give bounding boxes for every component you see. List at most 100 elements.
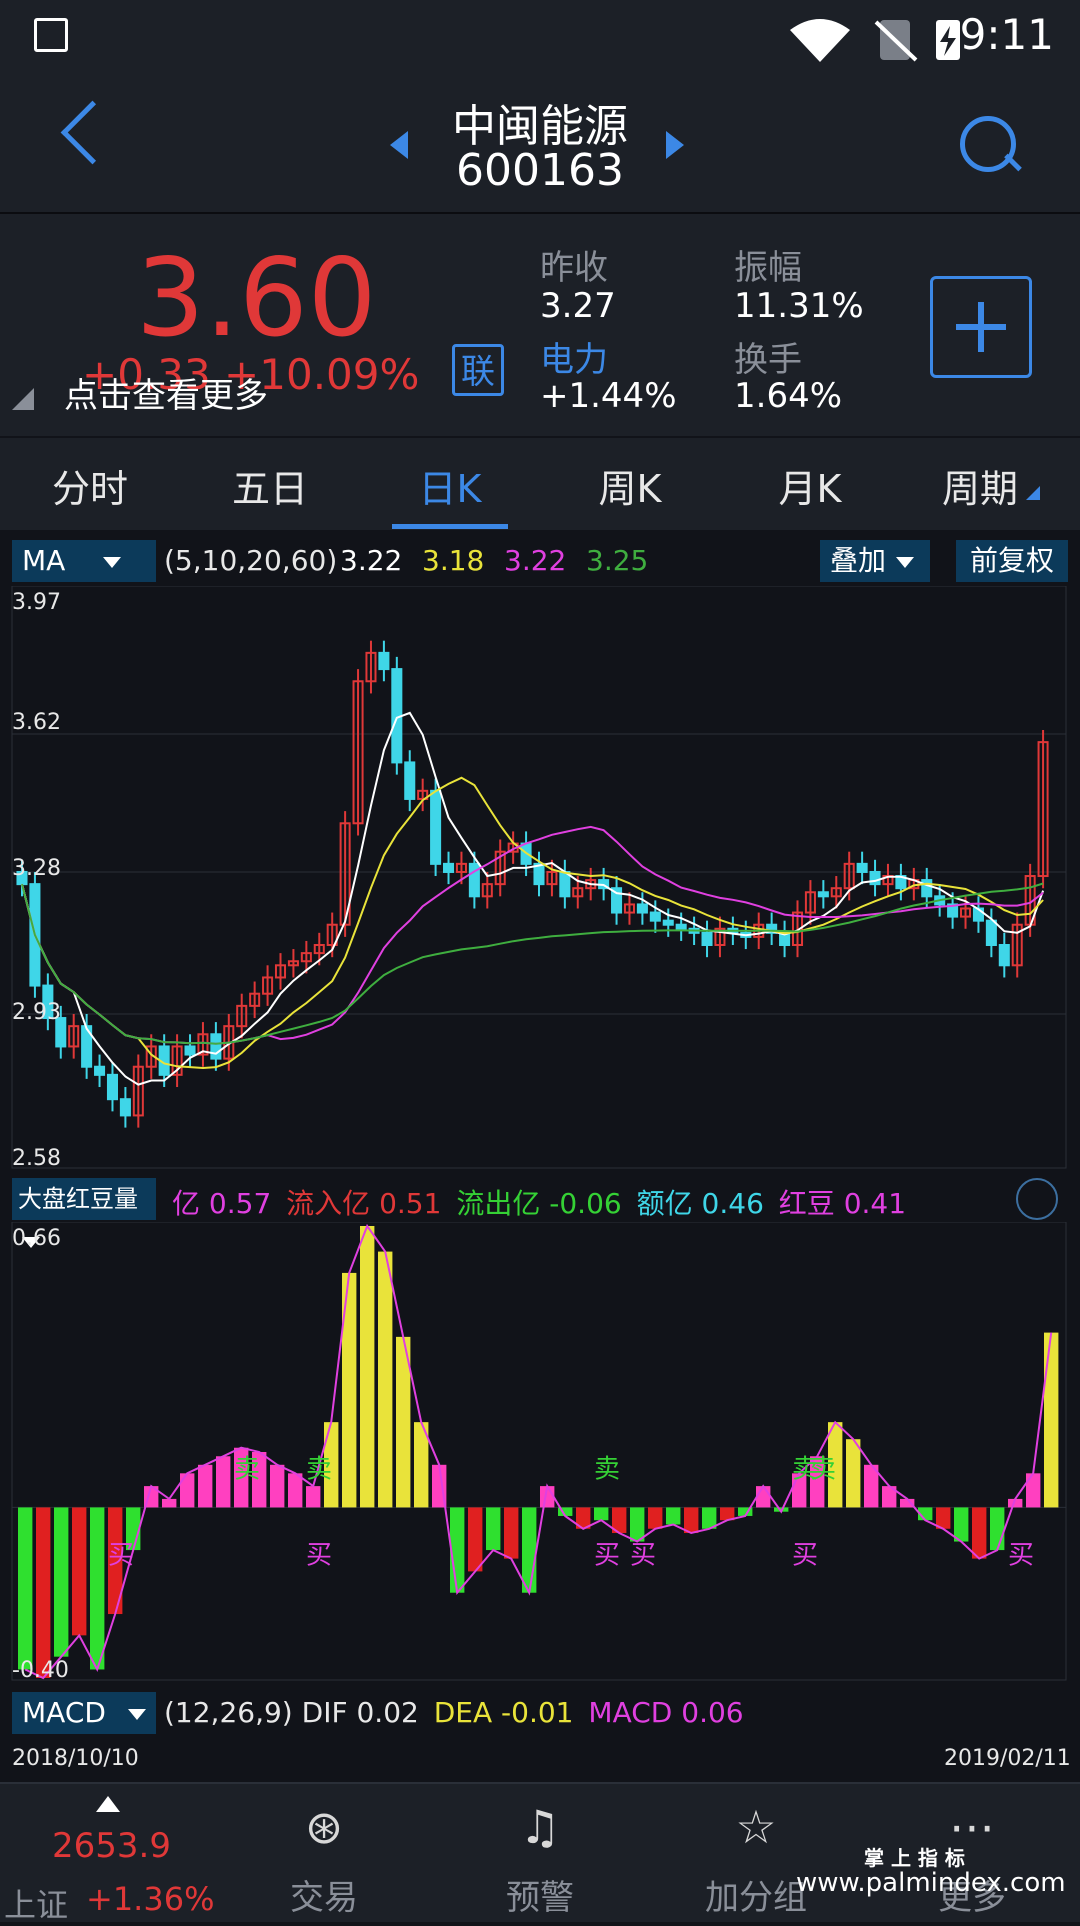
nav-trade[interactable]: 交易 (216, 1870, 432, 1919)
vol-bar (180, 1473, 195, 1508)
sector-change: +1.44% (540, 376, 677, 416)
sector-label[interactable]: 电力 (540, 332, 608, 381)
candle-body (119, 1098, 131, 1117)
vol-bar (216, 1456, 231, 1508)
ma-params: (5,10,20,60) (164, 544, 338, 577)
bell-icon[interactable]: ♫ (432, 1800, 648, 1854)
vol-bar (90, 1507, 105, 1670)
wifi-icon (790, 19, 850, 62)
candle-body (701, 931, 713, 947)
overlay-button[interactable]: 叠加 (820, 540, 930, 582)
ma5-line (21, 711, 1045, 1086)
period-dropdown-icon (1026, 486, 1040, 500)
ma20-value: 3.22 (504, 544, 567, 577)
candle-body (921, 879, 933, 898)
turnover-label: 换手 (734, 340, 802, 380)
chevron-down-icon (103, 556, 122, 568)
candle-body (869, 870, 881, 886)
prev-close-value: 3.27 (540, 286, 616, 326)
candle-body (443, 862, 455, 873)
sell-signal: 卖 (810, 1454, 836, 1484)
redbean-indicator-select[interactable]: 大盘红豆量 (12, 1178, 156, 1248)
buy-signal: 买 (630, 1540, 656, 1570)
watermark-cn: 掌 上 指 标 (864, 1846, 965, 1870)
buy-signal: 买 (1008, 1540, 1034, 1570)
vol-bar (486, 1507, 501, 1551)
tab-daily-k[interactable]: 日K (390, 458, 510, 513)
prev-close-label: 昨收 (540, 248, 608, 288)
vol-bar (684, 1507, 699, 1534)
stock-code: 600163 (456, 145, 624, 196)
candle-body (378, 651, 390, 671)
trade-icon[interactable]: ⊛ (216, 1800, 432, 1854)
index-change: +1.36% (86, 1880, 215, 1918)
tab-monthly-k[interactable]: 月K (750, 458, 870, 513)
star-icon[interactable]: ☆ (648, 1800, 864, 1854)
ytick-1: 3.97 (12, 590, 61, 615)
sell-signal: 卖 (306, 1454, 332, 1484)
vol-bar (162, 1498, 177, 1508)
vol-bar (1044, 1332, 1059, 1508)
date-end: 2019/02/11 (944, 1746, 1071, 1771)
vol-bar (504, 1507, 519, 1559)
tab-weekly-k[interactable]: 周K (570, 458, 690, 513)
expand-corner-icon[interactable] (12, 388, 34, 410)
buy-signal: 买 (792, 1540, 818, 1570)
sell-signal: 卖 (234, 1454, 260, 1484)
candle-body (404, 761, 416, 800)
search-icon[interactable] (960, 116, 1016, 172)
chevron-down-icon (896, 556, 915, 568)
ma60-line (21, 882, 1044, 1045)
index-value[interactable]: 2653.9 (52, 1826, 171, 1866)
adjust-button[interactable]: 前复权 (956, 540, 1068, 582)
vol-bar (954, 1507, 969, 1542)
turnover-value: 1.64% (734, 376, 843, 416)
candle-body (985, 919, 997, 947)
tab-period[interactable]: 周期 (920, 458, 1040, 513)
lian-badge[interactable]: 联 (452, 344, 504, 396)
index-name: 上证 (4, 1886, 69, 1924)
vol-bar (972, 1507, 987, 1559)
tab-five-day[interactable]: 五日 (210, 458, 330, 513)
vol-bar (360, 1226, 375, 1508)
watermark-url: www.palmindex.com (796, 1868, 1066, 1898)
vol-bar (306, 1486, 321, 1508)
macd-legend: (12,26,9) DIF 0.02 DEA -0.01 MACD 0.06 (164, 1696, 744, 1729)
redbean-legend: 亿 0.57 流入亿 0.51 流出亿 -0.06 额亿 0.46 红豆 0.4… (172, 1187, 907, 1220)
ma5-value: 3.22 (340, 544, 403, 577)
candle-body (998, 944, 1010, 967)
fullscreen-icon[interactable] (1016, 1178, 1058, 1220)
buy-signal: 买 (306, 1540, 332, 1570)
ma60-value: 3.25 (586, 544, 649, 577)
view-more-tip[interactable]: 点击查看更多 (64, 368, 268, 417)
tab-intraday[interactable]: 分时 (30, 458, 150, 513)
vol-bar (756, 1486, 771, 1508)
candlestick-chart[interactable] (0, 586, 1080, 1170)
vol-ymax: 0.66 (12, 1226, 61, 1251)
vol-bar (18, 1507, 33, 1670)
candle-body (649, 911, 661, 922)
macd-indicator-select[interactable]: MACD (12, 1692, 156, 1734)
candle-body (430, 789, 442, 865)
ma10-value: 3.18 (422, 544, 485, 577)
ma10-line (21, 776, 1044, 1070)
ytick-2: 3.62 (12, 710, 61, 735)
vol-bar (990, 1507, 1005, 1551)
vol-bar (36, 1507, 51, 1678)
vol-bar (594, 1507, 609, 1521)
date-start: 2018/10/10 (12, 1746, 139, 1771)
vol-bar (648, 1507, 663, 1529)
redbean-chart[interactable]: 卖卖卖卖卖买买买买买买 (0, 1222, 1080, 1682)
buy-signal: 买 (594, 1540, 620, 1570)
ytick-4: 2.93 (12, 1000, 61, 1025)
redbean-line (24, 1223, 1053, 1680)
vol-bar (198, 1464, 213, 1508)
candle-body (184, 1045, 196, 1056)
next-stock-icon[interactable] (666, 131, 684, 159)
index-up-icon (96, 1796, 120, 1812)
sell-signal: 卖 (594, 1454, 620, 1484)
vol-bar (846, 1439, 861, 1508)
nav-alert[interactable]: 预警 (432, 1870, 648, 1919)
buy-signal: 买 (108, 1540, 134, 1570)
ma-indicator-select[interactable]: MA (12, 540, 156, 582)
